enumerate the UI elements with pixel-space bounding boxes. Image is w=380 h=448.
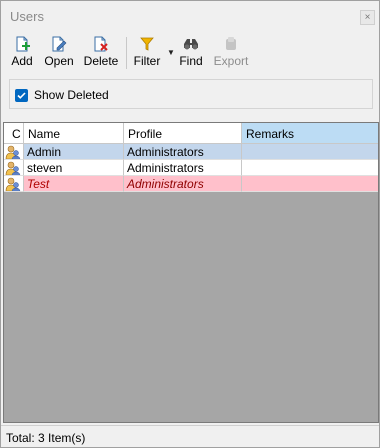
users-grid[interactable]: C Name Profile Remarks Admin Administrat… — [3, 122, 379, 423]
add-button[interactable]: Add — [9, 35, 35, 71]
filter-dropdown-arrow[interactable]: ▼ — [167, 48, 175, 57]
open-label: Open — [44, 54, 74, 68]
row-icon-cell — [4, 144, 24, 160]
open-document-icon — [43, 35, 75, 53]
title-bar: Users × — [1, 1, 379, 31]
status-bar: Total: 3 Item(s) — [1, 425, 379, 447]
column-header-c[interactable]: C — [4, 123, 24, 144]
export-icon — [212, 35, 250, 53]
table-row[interactable]: Test Administrators — [4, 176, 378, 192]
toolbar-separator — [126, 37, 127, 69]
filter-button[interactable]: Filter — [132, 35, 162, 71]
cell-profile: Administrators — [124, 176, 242, 192]
cell-remarks — [242, 160, 378, 176]
add-label: Add — [11, 54, 33, 68]
user-icon — [5, 177, 21, 191]
grid-header: C Name Profile Remarks — [4, 123, 378, 144]
export-button[interactable]: Export — [212, 35, 250, 71]
delete-label: Delete — [83, 54, 119, 68]
delete-document-icon — [83, 35, 119, 53]
row-icon-cell — [4, 160, 24, 176]
cell-name: Admin — [24, 144, 124, 160]
cell-remarks — [242, 176, 378, 192]
user-icon — [5, 161, 21, 175]
find-label: Find — [179, 54, 203, 68]
cell-remarks — [242, 144, 378, 160]
column-header-remarks[interactable]: Remarks — [242, 123, 378, 144]
checkmark-icon — [17, 92, 26, 99]
close-button[interactable]: × — [360, 10, 375, 25]
export-label: Export — [213, 54, 249, 68]
table-row[interactable]: Admin Administrators — [4, 144, 378, 160]
cell-profile: Administrators — [124, 160, 242, 176]
status-total: Total: 3 Item(s) — [6, 431, 86, 445]
funnel-icon — [132, 35, 162, 53]
find-button[interactable]: Find — [178, 35, 204, 71]
options-panel: Show Deleted — [9, 79, 373, 109]
show-deleted-checkbox[interactable] — [15, 89, 28, 102]
show-deleted-label: Show Deleted — [34, 88, 109, 102]
cell-name: Test — [24, 176, 124, 192]
binoculars-icon — [178, 35, 204, 53]
filter-label: Filter — [133, 54, 161, 68]
row-icon-cell — [4, 176, 24, 192]
cell-name: steven — [24, 160, 124, 176]
close-icon: × — [364, 12, 371, 23]
user-icon — [5, 145, 21, 159]
delete-button[interactable]: Delete — [83, 35, 119, 71]
toolbar: Add Open Delete Filter ▼ Find Export — [7, 35, 257, 71]
open-button[interactable]: Open — [43, 35, 75, 71]
column-header-profile[interactable]: Profile — [124, 123, 242, 144]
table-row[interactable]: steven Administrators — [4, 160, 378, 176]
column-header-name[interactable]: Name — [24, 123, 124, 144]
cell-profile: Administrators — [124, 144, 242, 160]
window-title: Users — [10, 9, 44, 24]
add-document-icon — [9, 35, 35, 53]
users-window: Users × Add Open Delete Filter ▼ Find Ex… — [0, 0, 380, 448]
